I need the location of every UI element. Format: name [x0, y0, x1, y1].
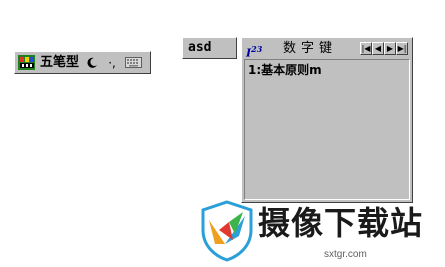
first-page-icon[interactable]: |◀ [360, 42, 372, 55]
half-width-toggle[interactable] [83, 54, 101, 71]
candidate-title: 数字键 [283, 41, 338, 56]
candidate-window: I23 数字键 |◀ ◀ ▶ ▶| 1:基本原则m [241, 37, 413, 203]
input-mode-button[interactable]: 五笔型 [38, 54, 81, 71]
ime-logo-icon[interactable] [17, 54, 36, 71]
composition-text: asd [188, 40, 212, 55]
page-navigation: |◀ ◀ ▶ ▶| [360, 42, 408, 55]
half-moon-icon [87, 57, 98, 68]
candidate-item[interactable]: 1:基本原则m [248, 62, 406, 78]
watermark: 摄像下载站 sxtgr.com [196, 200, 441, 265]
composition-window: asd [182, 37, 237, 59]
ime-status-bar: 五笔型 ·, [14, 51, 151, 74]
shield-logo-icon [201, 200, 253, 262]
keyboard-icon [124, 57, 142, 68]
punctuation-toggle[interactable]: ·, [103, 54, 121, 71]
next-page-icon[interactable]: ▶ [384, 42, 396, 55]
watermark-brand: 摄像下载站 [258, 204, 424, 242]
last-page-icon[interactable]: ▶| [396, 42, 408, 55]
watermark-domain: sxtgr.com [324, 249, 367, 260]
candidate-list: 1:基本原则m [244, 59, 410, 200]
candidate-title-bar: I23 数字键 |◀ ◀ ▶ ▶| [243, 39, 411, 60]
soft-keyboard-toggle[interactable] [123, 54, 143, 71]
punctuation-icon: ·, [108, 55, 116, 70]
prev-page-icon[interactable]: ◀ [372, 42, 384, 55]
